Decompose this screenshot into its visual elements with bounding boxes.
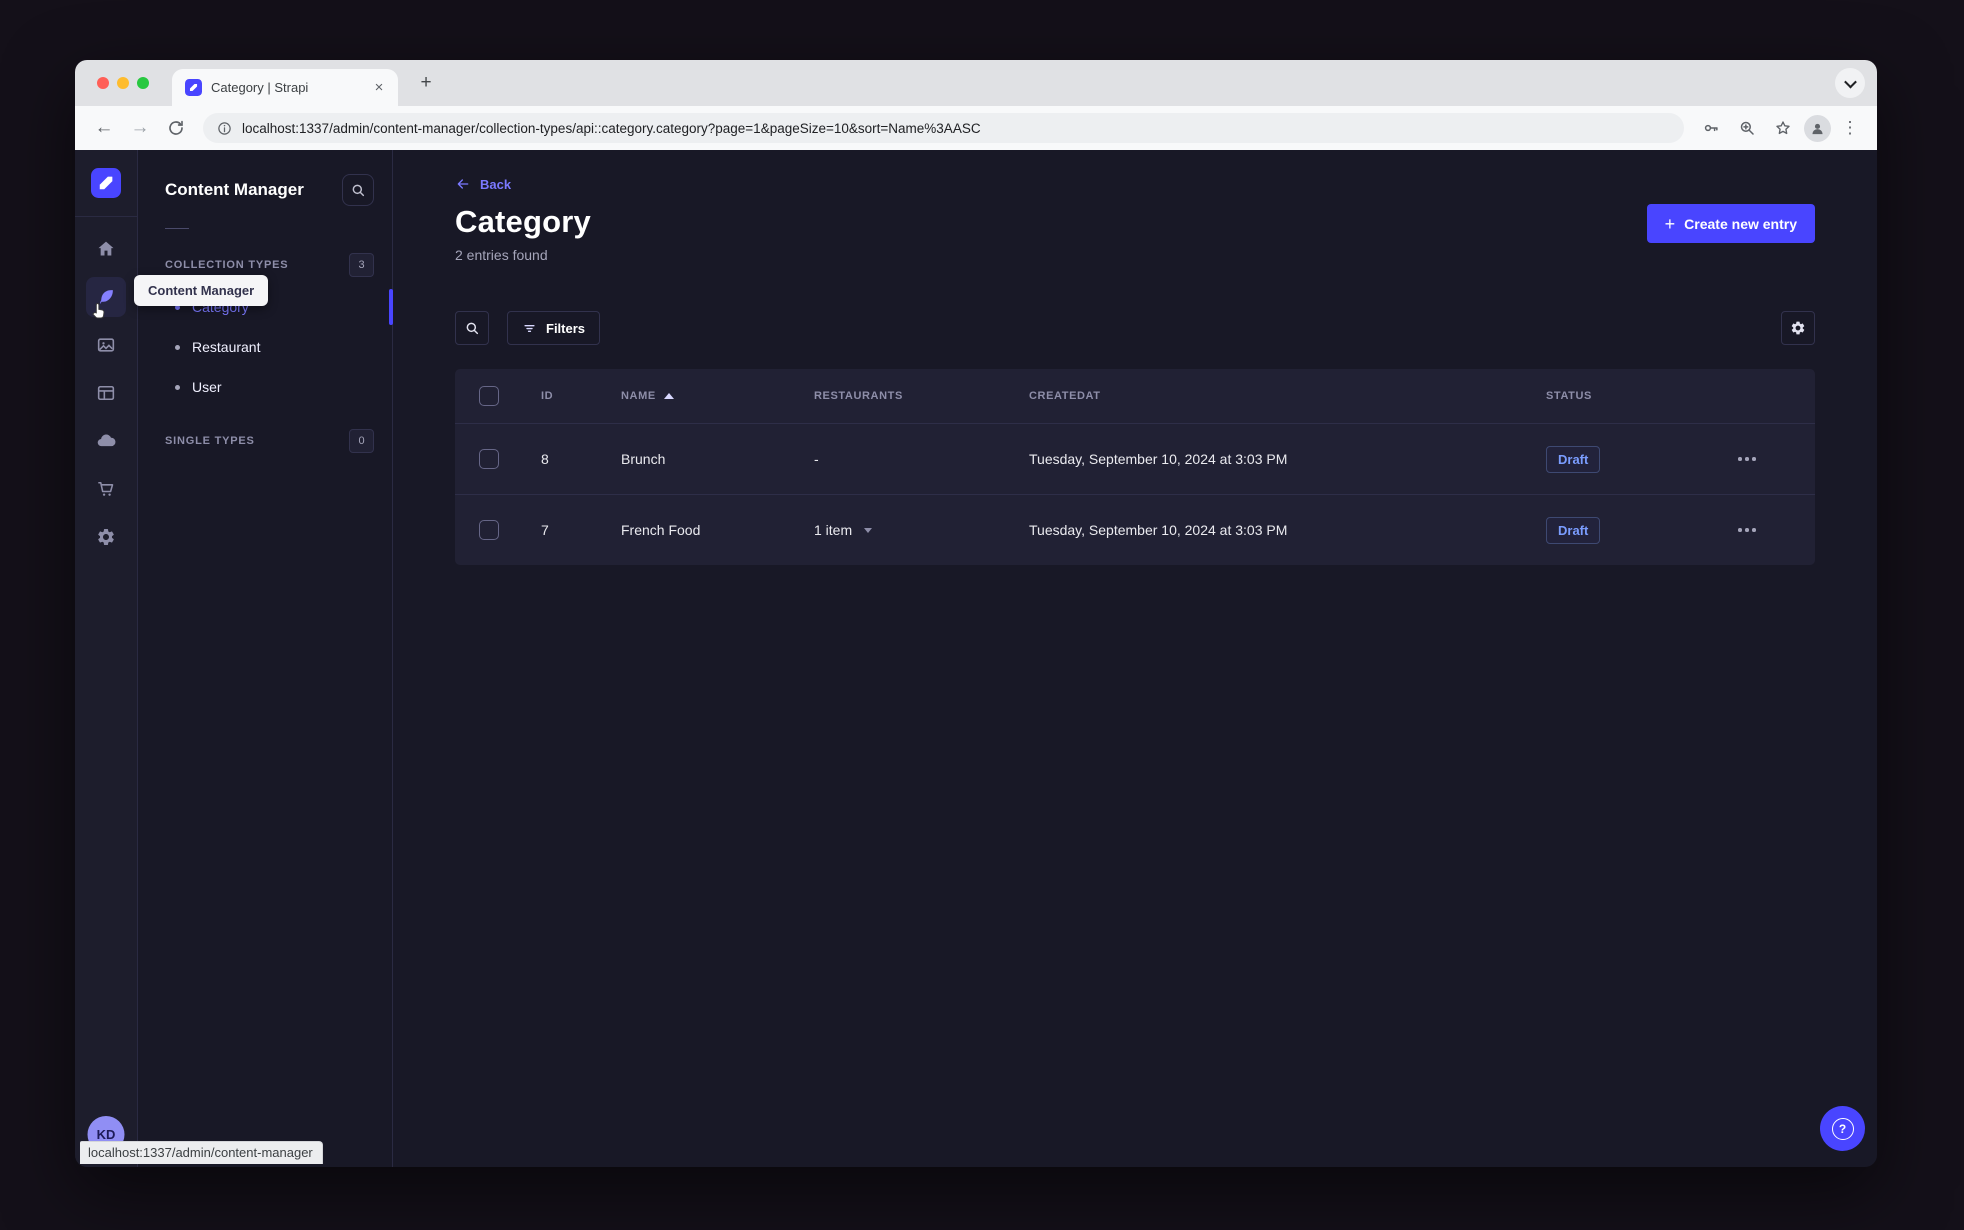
nav-marketplace-icon[interactable]	[86, 469, 126, 509]
nav-content-type-builder-icon[interactable]	[86, 373, 126, 413]
nav-deploy-cloud-icon[interactable]	[86, 421, 126, 461]
filter-icon	[524, 324, 535, 332]
nav-home-icon[interactable]	[86, 229, 126, 269]
header-status: STATUS	[1546, 390, 1592, 402]
single-types-count-badge: 0	[349, 429, 374, 453]
sort-ascending-icon	[663, 393, 674, 399]
single-types-label: SINGLE TYPES	[165, 435, 255, 447]
cell-name: French Food	[621, 522, 701, 538]
browser-back-button[interactable]: ←	[89, 113, 119, 143]
bookmark-star-icon[interactable]	[1768, 113, 1798, 143]
page-title: Category	[455, 204, 591, 239]
link-preview-statusbar: localhost:1337/admin/content-manager	[80, 1141, 323, 1164]
search-icon	[352, 184, 365, 197]
subnav-divider	[165, 228, 189, 229]
cursor-pointer-icon	[92, 303, 105, 319]
nav-media-library-icon[interactable]	[86, 325, 126, 365]
strapi-favicon-icon	[185, 79, 202, 96]
close-window-button[interactable]	[97, 77, 109, 89]
select-all-checkbox[interactable]	[479, 386, 499, 406]
subnav-search-button[interactable]	[342, 174, 374, 206]
collection-types-label: COLLECTION TYPES	[165, 259, 289, 271]
browser-toolbar: ← → localhost:1337/admin/content-manager…	[75, 106, 1877, 150]
url-bar[interactable]: localhost:1337/admin/content-manager/col…	[203, 113, 1684, 143]
main-content: Back Category + Create new entry 2 entri…	[393, 150, 1877, 1167]
browser-window: Category | Strapi × + ← → localhost:1337…	[75, 60, 1877, 1167]
create-new-entry-button[interactable]: + Create new entry	[1646, 204, 1815, 243]
header-createdat[interactable]: CREATEDAT	[1029, 390, 1546, 402]
chevron-down-icon	[1843, 75, 1857, 88]
row-checkbox[interactable]	[479, 449, 499, 469]
browser-menu-button[interactable]: ⋮	[1837, 118, 1863, 138]
help-button[interactable]: ?	[1820, 1106, 1865, 1151]
bullet-icon	[175, 384, 180, 390]
tab-title: Category | Strapi	[211, 80, 309, 95]
cell-createdat: Tuesday, September 10, 2024 at 3:03 PM	[1029, 522, 1288, 538]
tab-close-icon[interactable]: ×	[370, 79, 388, 97]
browser-forward-button[interactable]: →	[125, 113, 155, 143]
page-info-icon[interactable]	[217, 121, 232, 136]
arrow-left-icon	[457, 179, 469, 189]
status-badge: Draft	[1546, 445, 1601, 473]
question-mark-icon: ?	[1831, 1117, 1854, 1140]
new-tab-button[interactable]: +	[412, 69, 440, 97]
zoom-icon[interactable]	[1732, 113, 1762, 143]
row-actions-menu[interactable]	[1736, 522, 1758, 538]
fullscreen-window-button[interactable]	[137, 77, 149, 89]
row-checkbox[interactable]	[479, 520, 499, 540]
view-settings-button[interactable]	[1781, 311, 1815, 345]
strapi-logo-icon[interactable]	[91, 168, 121, 198]
strapi-app: KD Content Manager COLLECTION TYPES 3 Ca…	[75, 150, 1877, 1167]
browser-profile-button[interactable]	[1804, 114, 1831, 142]
status-badge: Draft	[1546, 516, 1601, 544]
url-text: localhost:1337/admin/content-manager/col…	[242, 120, 981, 136]
subnav-title: Content Manager	[165, 180, 304, 199]
nav-settings-icon[interactable]	[86, 517, 126, 557]
browser-tab[interactable]: Category | Strapi ×	[172, 69, 398, 106]
table-search-button[interactable]	[455, 311, 489, 345]
nav-content-manager-icon[interactable]	[86, 277, 126, 319]
header-name[interactable]: NAME	[621, 390, 814, 402]
main-nav-rail: KD	[75, 150, 138, 1167]
search-icon	[466, 322, 479, 335]
table-row[interactable]: 8 Brunch - Tuesday, September 10, 2024 a…	[455, 423, 1815, 494]
row-actions-menu[interactable]	[1736, 451, 1758, 467]
cell-restaurants: -	[814, 451, 819, 467]
header-id[interactable]: ID	[541, 390, 621, 402]
header-restaurants[interactable]: RESTAURANTS	[814, 390, 1029, 402]
cell-id: 8	[541, 451, 549, 467]
minimize-window-button[interactable]	[117, 77, 129, 89]
gear-icon	[1791, 321, 1805, 335]
traffic-lights	[97, 77, 149, 89]
entries-count-text: 2 entries found	[455, 247, 548, 263]
content-manager-tooltip: Content Manager	[134, 275, 269, 306]
collection-types-count-badge: 3	[349, 253, 374, 277]
subnav-item-restaurant[interactable]: Restaurant	[165, 327, 374, 367]
cell-name: Brunch	[621, 451, 666, 467]
cell-id: 7	[541, 522, 549, 538]
entries-table: ID NAME RESTAURANTS CREATEDAT STATUS 8 B…	[455, 369, 1815, 565]
password-key-icon[interactable]	[1696, 113, 1726, 143]
back-link[interactable]: Back	[455, 176, 511, 192]
subnav-item-user[interactable]: User	[165, 367, 374, 407]
person-icon	[1812, 123, 1823, 134]
filters-button[interactable]: Filters	[507, 311, 601, 345]
cell-createdat: Tuesday, September 10, 2024 at 3:03 PM	[1029, 451, 1288, 467]
rail-divider	[75, 216, 137, 217]
tab-strip: Category | Strapi × +	[75, 60, 1877, 106]
plus-icon: +	[1664, 213, 1676, 234]
reload-button[interactable]	[161, 113, 191, 143]
cell-restaurants[interactable]: 1 item	[814, 522, 1029, 538]
table-row[interactable]: 7 French Food 1 item Tuesday, September …	[455, 494, 1815, 565]
table-header-row: ID NAME RESTAURANTS CREATEDAT STATUS	[455, 369, 1815, 423]
tab-search-button[interactable]	[1835, 68, 1865, 98]
caret-down-icon	[864, 527, 873, 533]
bullet-icon	[175, 344, 180, 350]
